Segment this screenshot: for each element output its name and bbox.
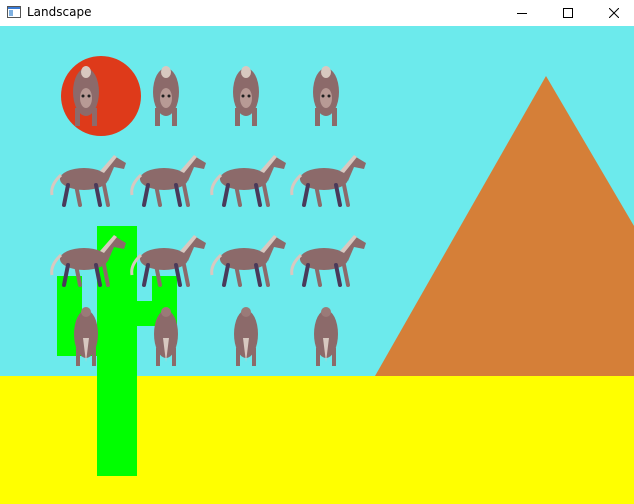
maximize-button[interactable] (545, 0, 591, 26)
close-icon (609, 8, 619, 18)
window-title: Landscape (27, 5, 92, 19)
sun (61, 56, 141, 136)
title-bar: Landscape (0, 0, 634, 26)
ground (0, 376, 634, 504)
close-button[interactable] (591, 0, 634, 26)
minimize-icon (517, 13, 527, 14)
landscape-scene (0, 26, 634, 504)
maximize-icon (563, 8, 573, 18)
minimize-button[interactable] (499, 0, 545, 26)
window-app-icon (7, 5, 21, 19)
landscape-canvas (0, 26, 634, 504)
